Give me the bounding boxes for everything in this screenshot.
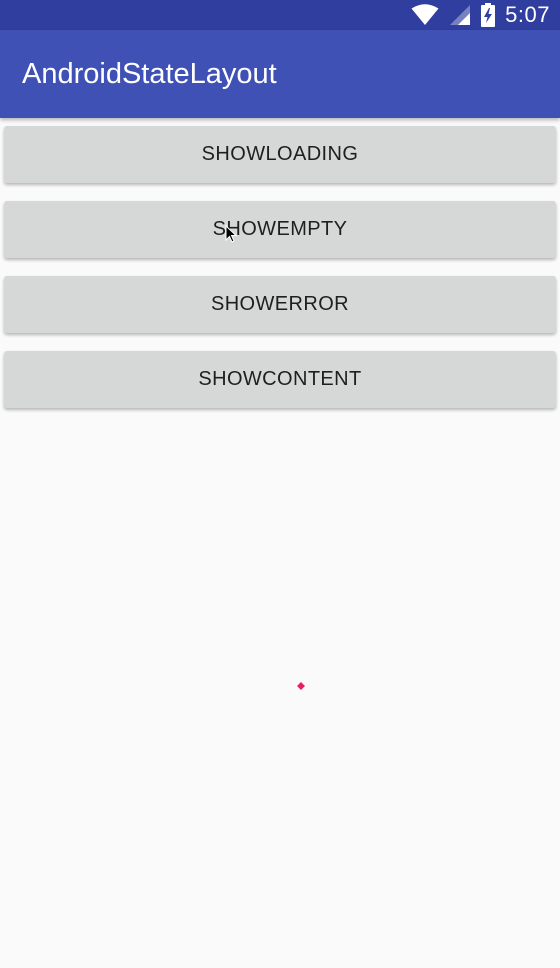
show-empty-button[interactable]: SHOWEMPTY [4,201,556,258]
progress-spinner-icon [297,682,305,690]
battery-charging-icon [481,3,496,27]
show-error-button[interactable]: SHOWERROR [4,276,556,333]
toolbar: AndroidStateLayout [0,30,560,118]
wifi-icon [411,4,439,25]
show-loading-button[interactable]: SHOWLOADING [4,126,556,183]
show-content-button[interactable]: SHOWCONTENT [4,351,556,408]
status-time: 5:07 [505,2,550,27]
app-title: AndroidStateLayout [22,58,277,90]
status-icons: 5:07 [411,0,550,30]
status-bar: 5:07 [0,0,560,30]
button-list: SHOWLOADING SHOWEMPTY SHOWERROR SHOWCONT… [4,126,556,408]
cell-signal-icon [450,5,471,25]
mouse-cursor-icon [225,225,237,243]
